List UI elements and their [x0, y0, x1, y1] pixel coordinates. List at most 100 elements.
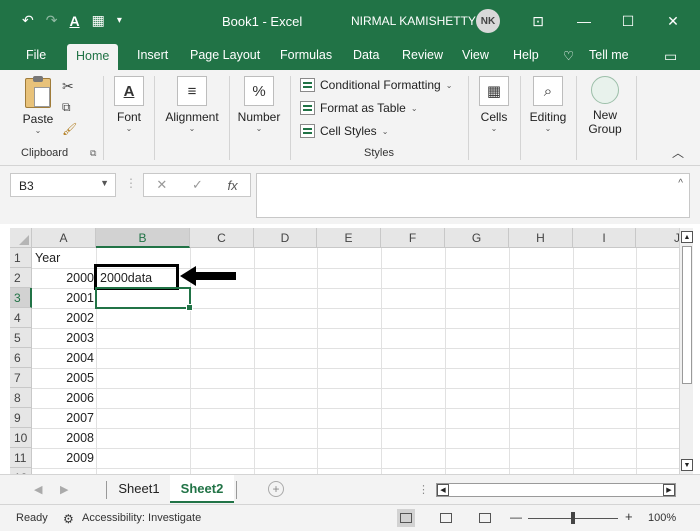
formula-input[interactable]: ^ [256, 173, 690, 218]
cell-a4[interactable]: 2002 [32, 308, 96, 328]
cells-button[interactable]: ▦ Cells ⌄ [476, 76, 512, 133]
insert-function-icon[interactable]: fx [228, 178, 238, 193]
scroll-right-icon[interactable]: ▶ [663, 484, 675, 496]
copy-icon[interactable]: ⧉ [62, 100, 71, 115]
cell-a9[interactable]: 2007 [32, 408, 96, 428]
normal-view-icon[interactable] [397, 509, 415, 527]
column-header-a[interactable]: A [32, 228, 96, 248]
row-header-2[interactable]: 2 [10, 268, 32, 288]
horizontal-scrollbar[interactable]: ◀ ▶ [436, 483, 676, 497]
redo-icon[interactable]: ↷ [46, 12, 58, 29]
tab-view[interactable]: View [462, 48, 489, 62]
zoom-in-icon[interactable]: + [625, 509, 633, 524]
avatar[interactable]: NK [476, 9, 500, 33]
scroll-up-icon[interactable]: ▲ [681, 231, 693, 243]
minimize-button[interactable]: — [572, 9, 596, 33]
format-painter-icon[interactable]: 🖌 [62, 122, 77, 136]
column-header-h[interactable]: H [509, 228, 573, 248]
maximize-button[interactable]: ☐ [616, 9, 640, 33]
close-button[interactable]: ✕ [661, 9, 685, 33]
ribbon-display-options-icon[interactable]: ⊡ [526, 9, 550, 33]
cut-icon[interactable]: ✂ [62, 78, 74, 95]
sheet-tab-sheet2[interactable]: Sheet2 [170, 475, 234, 503]
cancel-icon[interactable]: ✕ [156, 177, 167, 193]
scroll-down-icon[interactable]: ▼ [681, 459, 693, 471]
font-button[interactable]: A Font ⌄ [110, 76, 148, 133]
collapse-ribbon-icon[interactable]: ︿ [672, 144, 684, 161]
cell-a3[interactable]: 2001 [32, 288, 96, 308]
column-header-b[interactable]: B [96, 228, 190, 248]
undo-icon[interactable]: ↶ [22, 12, 34, 29]
column-header-f[interactable]: F [381, 228, 445, 248]
alignment-button[interactable]: ≡ Alignment ⌄ [162, 76, 222, 133]
page-layout-view-icon[interactable] [437, 509, 455, 527]
next-sheet-icon[interactable]: ▶ [60, 483, 68, 496]
underline-icon[interactable]: A [69, 13, 79, 29]
customize-qat-icon[interactable]: ▾ [117, 15, 122, 26]
cell-a8[interactable]: 2006 [32, 388, 96, 408]
row-header-11[interactable]: 11 [10, 448, 32, 468]
add-sheet-icon[interactable]: + [268, 481, 284, 497]
row-header-1[interactable]: 1 [10, 248, 32, 268]
cell-a1[interactable]: Year [35, 248, 95, 268]
editing-button[interactable]: ⌕ Editing ⌄ [526, 76, 570, 133]
tab-page-layout[interactable]: Page Layout [190, 48, 260, 62]
sheet-tab-sheet1[interactable]: Sheet1 [112, 475, 166, 503]
row-header-9[interactable]: 9 [10, 408, 32, 428]
cell-a11[interactable]: 2009 [32, 448, 96, 468]
cell-a10[interactable]: 2008 [32, 428, 96, 448]
cell-a7[interactable]: 2005 [32, 368, 96, 388]
vertical-scrollbar[interactable]: ▲ ▼ [679, 228, 693, 474]
tab-help[interactable]: Help [513, 48, 539, 62]
row-header-6[interactable]: 6 [10, 348, 32, 368]
row-header-5[interactable]: 5 [10, 328, 32, 348]
tab-insert[interactable]: Insert [137, 48, 168, 62]
clipboard-dialog-launcher-icon[interactable]: ⧉ [90, 148, 96, 159]
column-header-i[interactable]: I [573, 228, 636, 248]
zoom-level[interactable]: 100% [648, 512, 676, 524]
select-all-button[interactable] [10, 228, 32, 248]
page-break-preview-icon[interactable] [476, 509, 494, 527]
paste-button[interactable]: Paste ⌄ [18, 76, 58, 135]
tab-tell-me[interactable]: Tell me [589, 48, 629, 62]
cell-a5[interactable]: 2003 [32, 328, 96, 348]
new-group-button[interactable]: New Group [580, 76, 630, 136]
number-button[interactable]: % Number ⌄ [234, 76, 284, 133]
row-header-8[interactable]: 8 [10, 388, 32, 408]
tab-file[interactable]: File [26, 48, 46, 62]
scroll-thumb[interactable] [682, 246, 692, 384]
active-cell-selection[interactable] [95, 287, 193, 311]
tab-home[interactable]: Home [67, 44, 119, 70]
enter-icon[interactable]: ✓ [192, 177, 203, 193]
tab-data[interactable]: Data [353, 48, 379, 62]
column-header-c[interactable]: C [190, 228, 254, 248]
conditional-formatting-button[interactable]: Conditional Formatting ⌄ [300, 78, 452, 92]
zoom-slider-thumb[interactable] [571, 512, 575, 524]
format-as-table-button[interactable]: Format as Table ⌄ [300, 101, 418, 115]
zoom-out-icon[interactable]: — [510, 510, 522, 524]
tab-review[interactable]: Review [402, 48, 443, 62]
accessibility-status[interactable]: Accessibility: Investigate [82, 512, 201, 524]
chevron-down-icon[interactable]: ▼ [100, 178, 109, 188]
name-box[interactable]: B3 ▼ [10, 173, 116, 197]
share-icon[interactable]: ▭ [664, 48, 677, 65]
prev-sheet-icon[interactable]: ◀ [34, 483, 42, 496]
tab-formulas[interactable]: Formulas [280, 48, 332, 62]
scroll-left-icon[interactable]: ◀ [437, 484, 449, 496]
user-name[interactable]: NIRMAL KAMISHETTY [351, 14, 476, 28]
cell-styles-button[interactable]: Cell Styles ⌄ [300, 124, 388, 138]
column-header-g[interactable]: G [445, 228, 509, 248]
table-icon[interactable]: ▦ [92, 12, 105, 29]
column-header-d[interactable]: D [254, 228, 317, 248]
row-header-4[interactable]: 4 [10, 308, 32, 328]
worksheet-grid[interactable]: A B C D E F G H I J 1 2 3 4 5 6 7 8 9 10… [10, 228, 679, 474]
cell-a2[interactable]: 2000 [32, 268, 96, 288]
column-header-j[interactable]: J [636, 228, 679, 248]
row-header-7[interactable]: 7 [10, 368, 32, 388]
lightbulb-icon[interactable]: ♡ [563, 48, 574, 63]
accessibility-icon[interactable]: ⚙ [63, 512, 74, 526]
column-header-e[interactable]: E [317, 228, 381, 248]
row-header-3[interactable]: 3 [10, 288, 32, 308]
paste-dropdown-icon[interactable]: ⌄ [18, 126, 58, 135]
expand-formula-bar-icon[interactable]: ^ [678, 178, 683, 189]
